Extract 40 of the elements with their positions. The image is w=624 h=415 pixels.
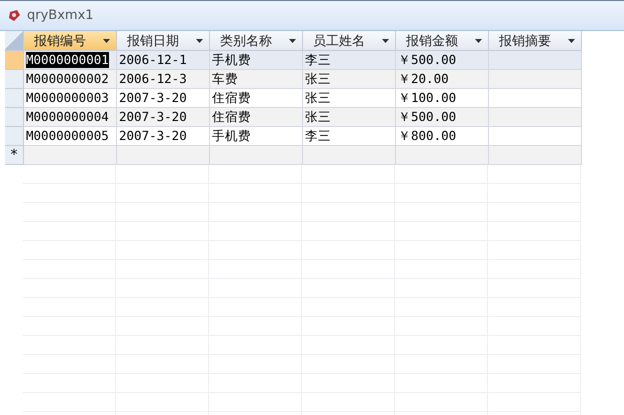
table-cell: ￥100.00 xyxy=(396,89,489,108)
table-cell: M0000000003 xyxy=(24,89,117,108)
dropdown-icon[interactable] xyxy=(382,38,389,42)
column-header[interactable]: 报销金额 xyxy=(396,31,489,51)
table-cell: 车费 xyxy=(210,70,303,89)
table-cell: 李三 xyxy=(303,51,396,70)
new-record-marker: * xyxy=(10,148,18,162)
table-cell: 手机费 xyxy=(210,51,303,70)
table-cell: ￥500.00 xyxy=(396,108,489,127)
table-cell: 住宿费 xyxy=(210,108,303,127)
column-header[interactable]: 类别名称 xyxy=(210,31,303,51)
table-cell: ￥500.00 xyxy=(396,51,489,70)
table-cell: 住宿费 xyxy=(210,89,303,108)
table-cell: ￥800.00 xyxy=(396,127,489,146)
table-cell: 张三 xyxy=(303,108,396,127)
dropdown-icon[interactable] xyxy=(196,38,203,42)
key-icon xyxy=(8,8,22,22)
table-cell: 2007-3-20 xyxy=(117,89,210,108)
table-cell: M0000000004 xyxy=(24,108,117,127)
table-cell: 2006-12-3 xyxy=(117,70,210,89)
table-cell: M0000000002 xyxy=(24,70,117,89)
table-cell: ￥20.00 xyxy=(396,70,489,89)
dropdown-icon[interactable] xyxy=(103,38,110,42)
table-cell: 张三 xyxy=(303,89,396,108)
dropdown-icon[interactable] xyxy=(475,38,482,42)
column-header[interactable]: 报销摘要 xyxy=(489,31,582,51)
table-cell: 2006-12-1 xyxy=(117,51,210,70)
window-title: qryBxmx1 xyxy=(27,8,94,23)
table-cell: 手机费 xyxy=(210,127,303,146)
table-cell: 李三 xyxy=(303,127,396,146)
table-cell: 张三 xyxy=(303,70,396,89)
table-cell: 2007-3-20 xyxy=(117,108,210,127)
table-cell: M0000000001 xyxy=(24,51,117,70)
dropdown-icon[interactable] xyxy=(289,38,296,42)
dropdown-icon[interactable] xyxy=(568,38,575,42)
column-header[interactable]: 报销日期 xyxy=(117,31,210,51)
column-header[interactable]: 报销编号 xyxy=(24,31,117,51)
table-cell: M0000000005 xyxy=(24,127,117,146)
table-cell: 2007-3-20 xyxy=(117,127,210,146)
column-header[interactable]: 员工姓名 xyxy=(303,31,396,51)
